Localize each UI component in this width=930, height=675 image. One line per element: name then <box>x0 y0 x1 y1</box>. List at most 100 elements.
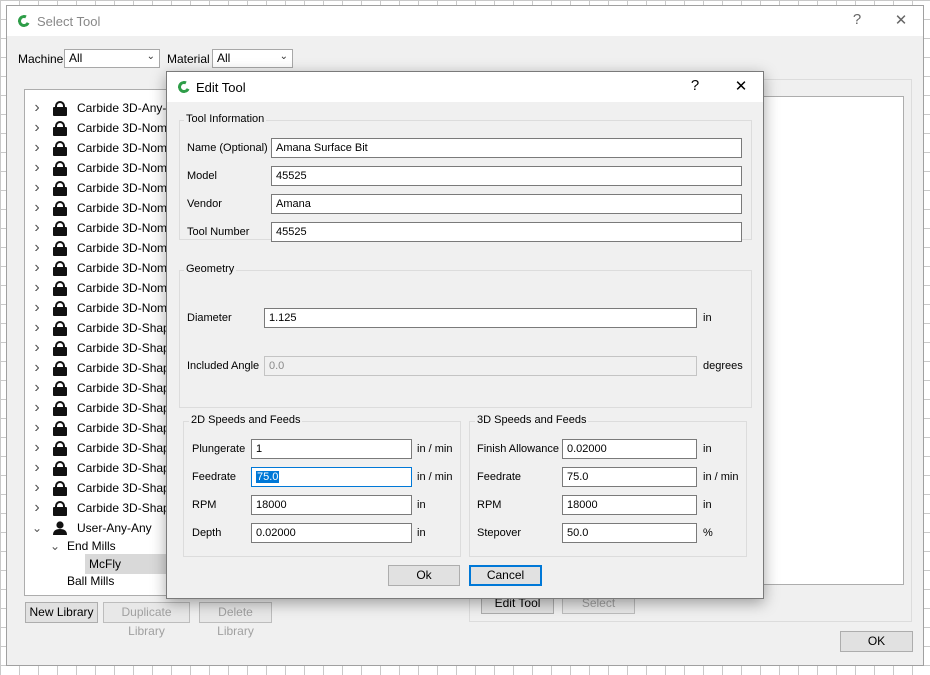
tree-item-label: Carbide 3D-Nomad <box>77 201 181 215</box>
feedrate-2d-field[interactable]: 75.0 <box>251 467 412 487</box>
dialog-title: Edit Tool <box>196 80 246 95</box>
new-library-button[interactable]: New Library <box>25 602 98 623</box>
lock-icon <box>53 361 67 376</box>
chevron-right-icon[interactable]: › <box>31 418 43 438</box>
window-title: Select Tool <box>37 14 101 29</box>
close-icon[interactable]: ✕ <box>729 77 753 95</box>
chevron-right-icon[interactable]: › <box>31 178 43 198</box>
rpm-3d-unit: in <box>703 499 712 511</box>
machine-select[interactable]: All ⌄ <box>64 49 160 68</box>
material-select[interactable]: All ⌄ <box>212 49 293 68</box>
tree-item-label: User-Any-Any <box>77 521 152 535</box>
dialog-cancel-button[interactable]: Cancel <box>469 565 542 586</box>
diameter-field[interactable]: 1.125 <box>264 308 697 328</box>
model-label: Model <box>187 170 217 182</box>
diameter-unit: in <box>703 312 712 324</box>
dialog-ok-button[interactable]: Ok <box>388 565 460 586</box>
included-angle-field[interactable]: 0.0 <box>264 356 697 376</box>
stepover-unit: % <box>703 527 713 539</box>
rpm-2d-field[interactable]: 18000 <box>251 495 412 515</box>
chevron-right-icon[interactable]: › <box>31 98 43 118</box>
included-angle-unit: degrees <box>703 360 743 372</box>
name-label: Name (Optional) <box>187 142 268 154</box>
plungerate-unit: in / min <box>417 443 453 455</box>
finish-allowance-label: Finish Allowance <box>477 443 559 455</box>
chevron-right-icon[interactable]: › <box>31 458 43 478</box>
depth-field[interactable]: 0.02000 <box>251 523 412 543</box>
tree-item-label: Carbide 3D-Nomad <box>77 161 181 175</box>
tree-item-label: Carbide 3D-Nomad <box>77 301 181 315</box>
tree-item-label: Carbide 3D-Nomad <box>77 281 181 295</box>
stepover-field[interactable]: 50.0 <box>562 523 697 543</box>
lock-icon <box>53 421 67 436</box>
chevron-right-icon[interactable]: › <box>31 498 43 518</box>
chevron-right-icon[interactable]: › <box>31 278 43 298</box>
delete-library-button[interactable]: Delete Library <box>199 602 272 638</box>
chevron-right-icon[interactable]: › <box>31 298 43 318</box>
vendor-field[interactable]: Amana <box>271 194 742 214</box>
lock-icon <box>53 461 67 476</box>
chevron-right-icon[interactable]: › <box>31 338 43 358</box>
chevron-right-icon[interactable]: › <box>31 238 43 258</box>
material-label: Material <box>167 52 210 66</box>
feedrate-3d-unit: in / min <box>703 471 739 483</box>
lock-icon <box>53 481 67 496</box>
tree-item-label: End Mills <box>67 539 116 553</box>
material-select-value: All <box>217 51 231 65</box>
chevron-right-icon[interactable]: › <box>31 218 43 238</box>
machine-select-value: All <box>69 51 83 65</box>
chevron-down-icon[interactable]: ⌄ <box>49 536 61 556</box>
depth-unit: in <box>417 527 426 539</box>
diameter-label: Diameter <box>187 312 232 324</box>
lock-icon <box>53 401 67 416</box>
chevron-right-icon[interactable]: › <box>31 378 43 398</box>
ok-button[interactable]: OK <box>840 631 913 652</box>
tree-item-label: Carbide 3D-Nomad <box>77 261 181 275</box>
chevron-right-icon[interactable]: › <box>31 138 43 158</box>
user-icon <box>53 521 67 535</box>
speeds-3d-title: 3D Speeds and Feeds <box>475 414 589 426</box>
geometry-group <box>179 270 752 408</box>
window-titlebar: Select Tool ? ✕ <box>7 6 923 36</box>
help-icon[interactable]: ? <box>845 11 869 28</box>
chevron-right-icon[interactable]: › <box>31 118 43 138</box>
feedrate-3d-label: Feedrate <box>477 471 522 483</box>
lock-icon <box>53 281 67 296</box>
speeds-2d-title: 2D Speeds and Feeds <box>189 414 303 426</box>
chevron-right-icon[interactable]: › <box>31 258 43 278</box>
close-icon[interactable]: ✕ <box>889 11 913 29</box>
rpm-2d-label: RPM <box>192 499 217 511</box>
tool-number-field[interactable]: 45525 <box>271 222 742 242</box>
lock-icon <box>53 121 67 136</box>
geometry-title: Geometry <box>184 263 237 275</box>
model-field[interactable]: 45525 <box>271 166 742 186</box>
lock-icon <box>53 301 67 316</box>
app-logo-icon <box>16 13 32 29</box>
lock-icon <box>53 341 67 356</box>
chevron-right-icon[interactable]: › <box>31 158 43 178</box>
edit-tool-dialog: Edit Tool ? ✕ Tool Information Name (Opt… <box>166 71 764 599</box>
chevron-right-icon[interactable]: › <box>31 358 43 378</box>
feedrate-3d-field[interactable]: 75.0 <box>562 467 697 487</box>
rpm-3d-field[interactable]: 18000 <box>562 495 697 515</box>
finish-allowance-field[interactable]: 0.02000 <box>562 439 697 459</box>
feedrate-2d-selected-text: 75.0 <box>256 471 280 483</box>
chevron-down-icon[interactable]: ⌄ <box>31 518 43 538</box>
lock-icon <box>53 221 67 236</box>
chevron-right-icon[interactable]: › <box>31 398 43 418</box>
help-icon[interactable]: ? <box>683 77 707 94</box>
chevron-right-icon[interactable]: › <box>31 198 43 218</box>
chevron-down-icon: ⌄ <box>279 51 288 62</box>
duplicate-library-button[interactable]: Duplicate Library <box>103 602 190 638</box>
tool-number-label: Tool Number <box>187 226 250 238</box>
name-field[interactable]: Amana Surface Bit <box>271 138 742 158</box>
included-angle-label: Included Angle <box>187 360 260 372</box>
tree-item-label: Carbide 3D-Nomad <box>77 221 181 235</box>
depth-label: Depth <box>192 527 222 539</box>
chevron-right-icon[interactable]: › <box>31 318 43 338</box>
chevron-right-icon[interactable]: › <box>31 478 43 498</box>
machine-label: Machine <box>18 52 64 66</box>
lock-icon <box>53 501 67 516</box>
chevron-right-icon[interactable]: › <box>31 438 43 458</box>
plungerate-field[interactable]: 1 <box>251 439 412 459</box>
